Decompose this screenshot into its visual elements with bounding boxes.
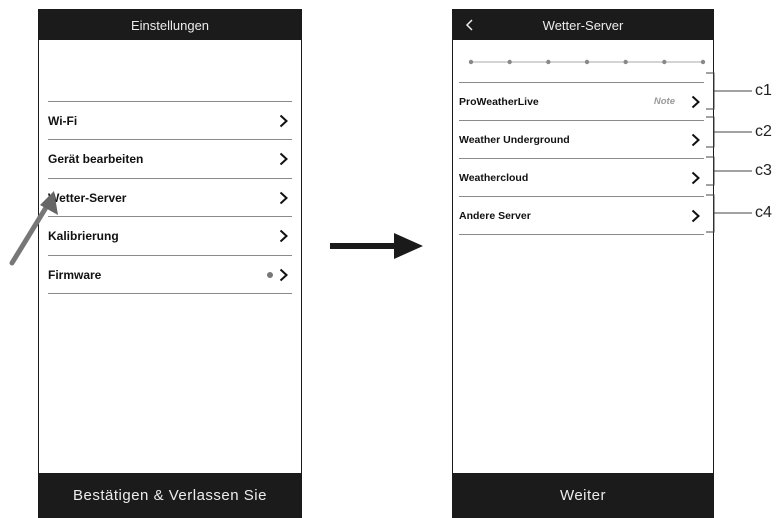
menu-item-kalibrierung[interactable]: Kalibrierung [48,216,292,254]
menu-item-wifi[interactable]: Wi-Fi [48,101,292,139]
weather-server-title-bar: Wetter-Server [453,10,713,40]
server-item-label: Weathercloud [459,171,529,184]
chevron-right-icon [279,114,288,127]
server-item-label: Weather Underground [459,133,570,146]
menu-item-wetter-server[interactable]: Wetter-Server [48,178,292,216]
callout-label: c3 [755,162,772,179]
menu-item-label: Gerät bearbeiten [48,151,144,166]
settings-title: Einstellungen [130,17,210,33]
stepper-dot [662,59,667,65]
menu-item-label: Kalibrierung [48,228,119,243]
chevron-right-icon [691,171,700,184]
server-item-andere-server[interactable]: Andere Server [459,196,704,234]
callout-label: c1 [755,82,772,99]
stepper-dot [700,59,706,65]
settings-title-bar: Einstellungen [39,10,301,40]
callout-brackets [706,72,752,233]
chevron-right-icon [691,209,700,222]
confirm-exit-label: Bestätigen & Verlassen Sie [73,486,267,504]
stepper-dot [546,59,551,65]
stepper-dot [468,59,474,65]
weiter-button[interactable]: Weiter [453,473,713,517]
menu-item-firmware[interactable]: Firmware [48,255,292,293]
update-dot-icon [267,271,273,278]
menu-item-label: Firmware [48,267,102,282]
weiter-label: Weiter [559,486,607,504]
weather-server-screen: Wetter-Server ProWeatherLive Note Weathe… [452,9,714,518]
stepper-dot [584,59,590,65]
weather-server-title: Wetter-Server [542,17,624,33]
pointer-arrow-icon [9,191,58,266]
chevron-right-icon [279,268,288,281]
server-item-weathercloud[interactable]: Weathercloud [459,158,704,196]
stepper-dot [507,59,512,65]
progress-stepper [468,59,706,65]
server-item-proweatherlive[interactable]: ProWeatherLive Note [459,82,704,120]
callout-label: c2 [755,123,772,140]
chevron-right-icon [279,229,288,242]
settings-screen: Einstellungen Wi-Fi Gerät bearbeiten Wet… [38,9,302,518]
divider [48,293,292,294]
server-item-label: ProWeatherLive [459,95,539,108]
chevron-right-icon [691,95,700,108]
stepper-dot [623,59,628,65]
note-label: Note [653,96,675,107]
menu-item-label: Wetter-Server [48,190,127,205]
menu-item-label: Wi-Fi [48,113,78,128]
chevron-right-icon [279,152,288,165]
confirm-exit-button[interactable]: Bestätigen & Verlassen Sie [39,473,301,517]
menu-item-geraet-bearbeiten[interactable]: Gerät bearbeiten [48,139,292,177]
transition-arrow-icon [330,233,423,259]
server-item-weather-underground[interactable]: Weather Underground [459,120,704,158]
server-item-label: Andere Server [459,209,531,222]
callout-label: c4 [755,204,772,221]
chevron-right-icon [691,133,700,146]
divider [459,234,704,235]
chevron-right-icon [279,191,288,204]
chevron-left-icon[interactable] [463,18,477,32]
